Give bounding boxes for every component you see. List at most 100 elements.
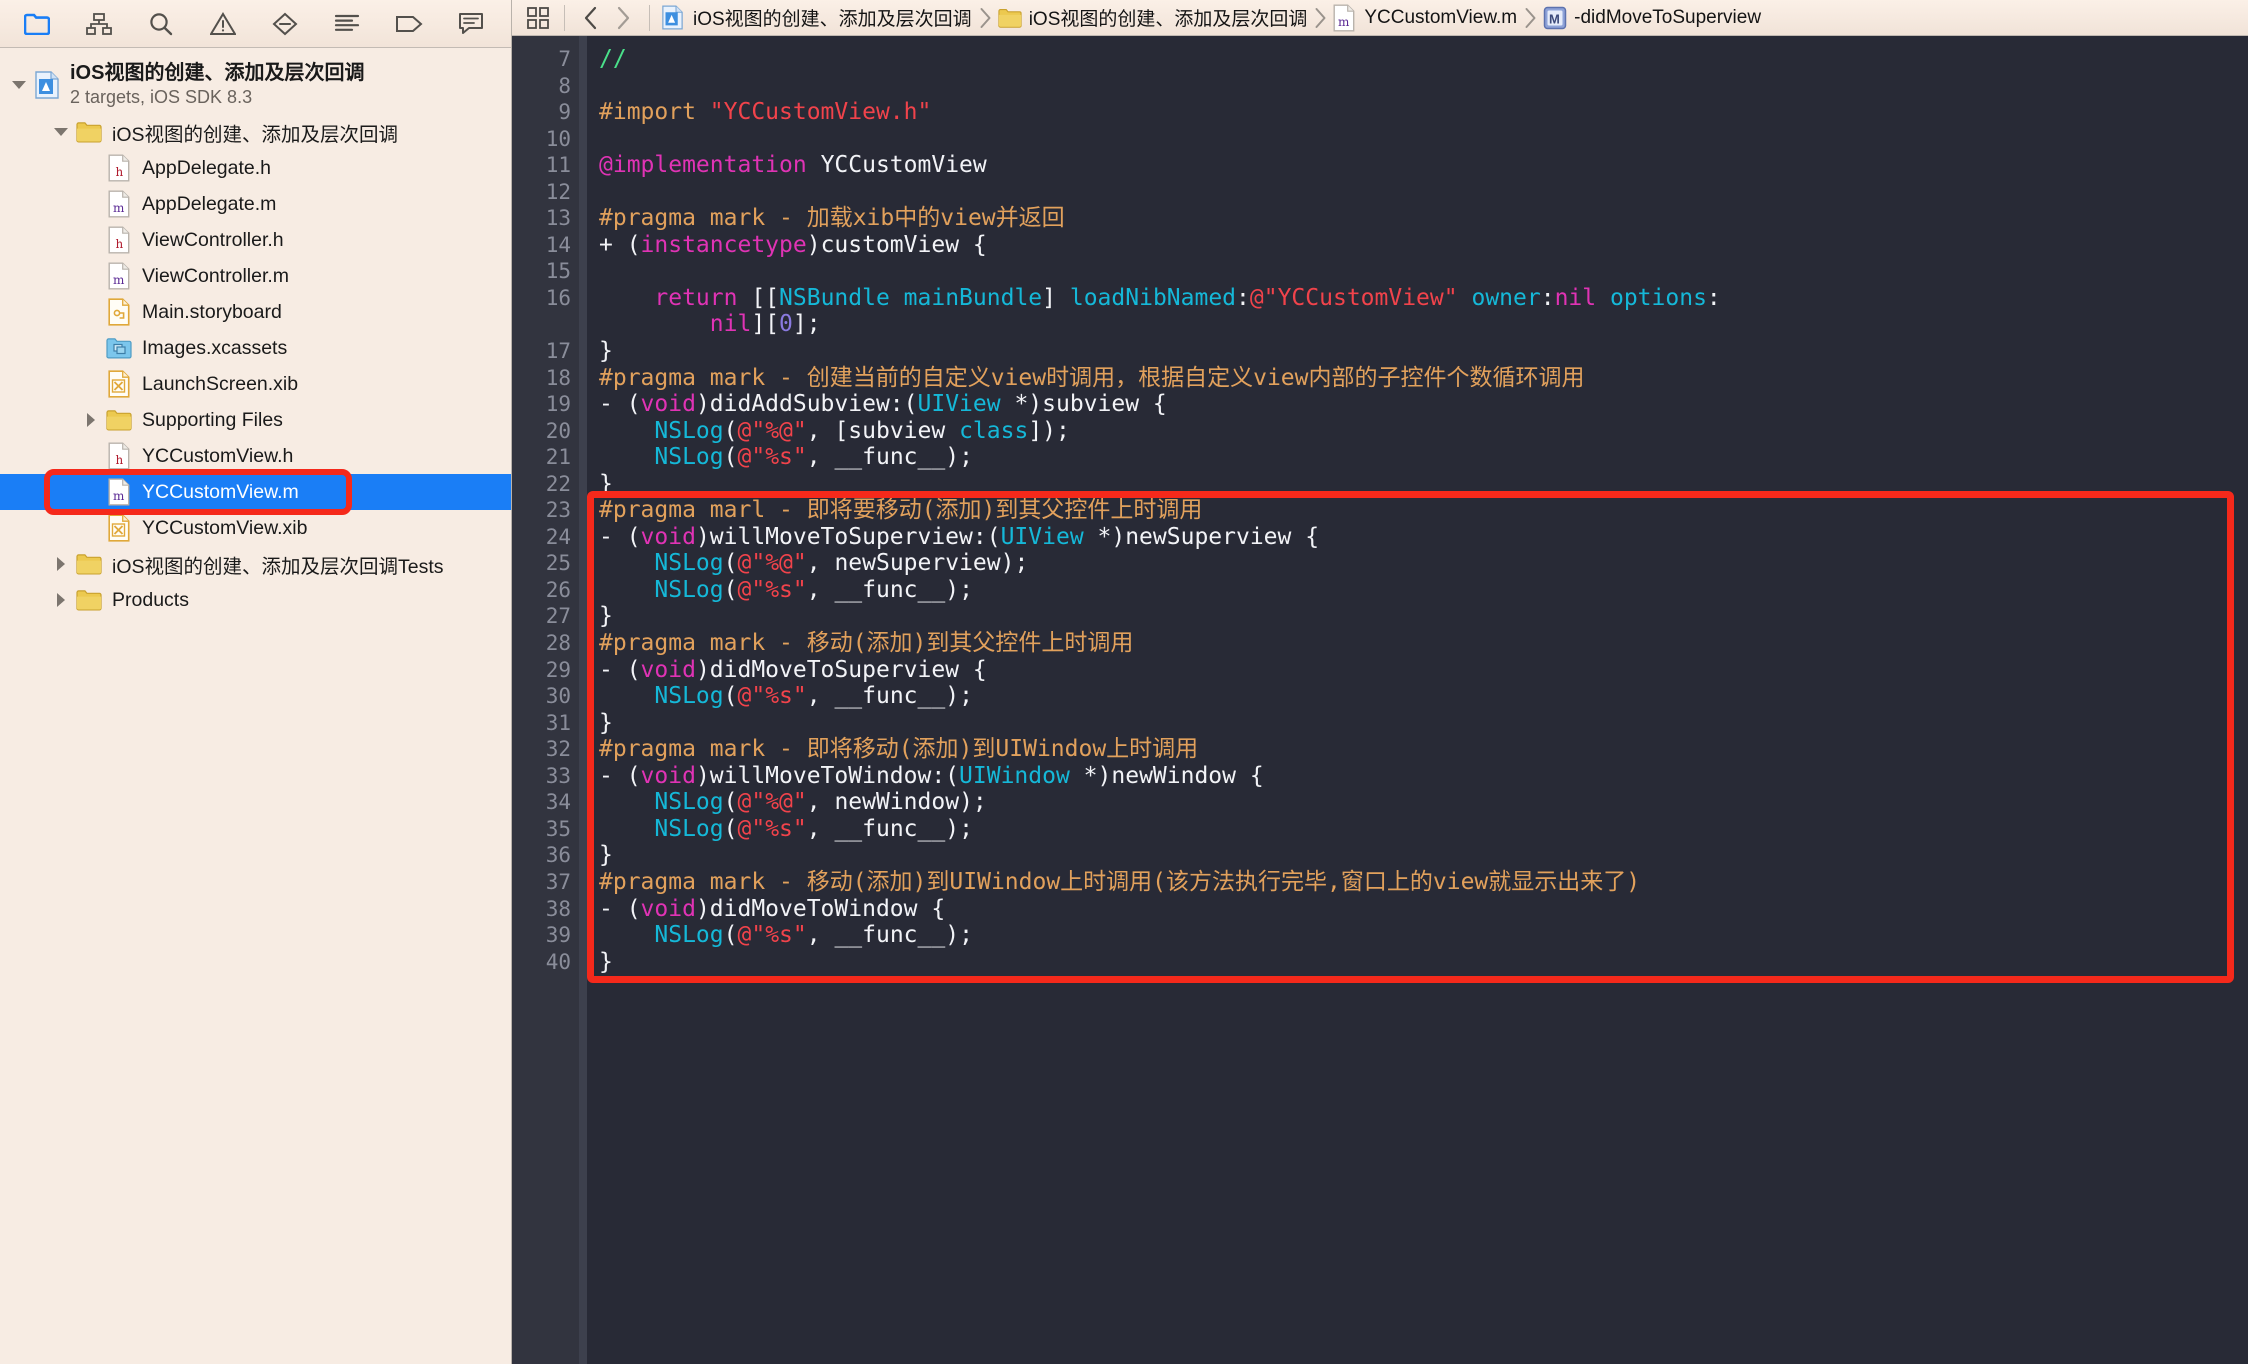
code-line[interactable]: #pragma mark - 移动(添加)到其父控件上时调用: [599, 630, 2248, 657]
code-token: - (: [599, 657, 641, 683]
code-line[interactable]: #pragma marl - 即将要移动(添加)到其父控件上时调用: [599, 497, 2248, 524]
tree-item-launchscreen.xib[interactable]: LaunchScreen.xib: [0, 366, 511, 402]
breadcrumb-item-1[interactable]: iOS视图的创建、添加及层次回调: [660, 4, 974, 31]
code-token: UIWindow: [959, 763, 1070, 789]
code-line[interactable]: #pragma mark - 创建当前的自定义view时调用，根据自定义view…: [599, 365, 2248, 392]
test-diamond-icon[interactable]: [268, 9, 302, 39]
line-number-wrapped: .: [512, 311, 587, 338]
code-line[interactable]: #pragma mark - 加载xib中的view并返回: [599, 205, 2248, 232]
code-line[interactable]: - (void)didAddSubview:(UIView *)subview …: [599, 391, 2248, 418]
code-token: }: [599, 842, 613, 868]
code-token: [599, 922, 654, 948]
nav-forward-button[interactable]: [607, 4, 639, 32]
code-line[interactable]: NSLog(@"%s", __func__);: [599, 444, 2248, 471]
code-token: (: [724, 418, 738, 444]
code-line[interactable]: #import "YCCustomView.h": [599, 99, 2248, 126]
code-token: }: [599, 338, 613, 364]
folder-icon: [74, 120, 104, 144]
tree-item-ios-[interactable]: iOS视图的创建、添加及层次回调: [0, 114, 511, 150]
disclosure-triangle-open-icon[interactable]: [48, 126, 74, 138]
line-number: 34: [512, 789, 587, 816]
code-line[interactable]: NSLog(@"%s", __func__);: [599, 577, 2248, 604]
warning-icon[interactable]: [206, 9, 240, 39]
code-line[interactable]: NSLog(@"%@", newSuperview);: [599, 550, 2248, 577]
code-token: #pragma mark - 加载xib中的view并返回: [599, 205, 1065, 231]
code-line[interactable]: [599, 73, 2248, 100]
tree-item-ios-tests[interactable]: iOS视图的创建、添加及层次回调Tests: [0, 546, 511, 582]
code-line[interactable]: }: [599, 710, 2248, 737]
breadcrumb-item-label: -didMoveToSuperview: [1574, 7, 1761, 29]
debug-list-icon[interactable]: [330, 9, 364, 39]
tree-item-appdelegate.m[interactable]: mAppDelegate.m: [0, 186, 511, 222]
tree-item-yccustomview.m[interactable]: mYCCustomView.m: [0, 474, 511, 510]
tree-item-viewcontroller.m[interactable]: mViewController.m: [0, 258, 511, 294]
code-line[interactable]: NSLog(@"%s", __func__);: [599, 683, 2248, 710]
code-token: )willMoveToWindow:(: [696, 763, 959, 789]
breadcrumb-items: iOS视图的创建、添加及层次回调 iOS视图的创建、添加及层次回调 mYCCusto…: [660, 4, 1763, 32]
code-line[interactable]: [599, 258, 2248, 285]
breadcrumb-item-3[interactable]: mYCCustomView.m: [1331, 4, 1519, 32]
tree-item-viewcontroller.h[interactable]: hViewController.h: [0, 222, 511, 258]
code-line[interactable]: NSLog(@"%@", newWindow);: [599, 789, 2248, 816]
code-line[interactable]: #pragma mark - 移动(添加)到UIWindow上时调用(该方法执行…: [599, 869, 2248, 896]
search-icon[interactable]: [144, 9, 178, 39]
code-line[interactable]: NSLog(@"%s", __func__);: [599, 922, 2248, 949]
tree-item-main.storyboard[interactable]: Main.storyboard: [0, 294, 511, 330]
code-line[interactable]: //: [599, 46, 2248, 73]
code-line[interactable]: NSLog(@"%s", __func__);: [599, 816, 2248, 843]
file-tree[interactable]: iOS视图的创建、添加及层次回调 2 targets, iOS SDK 8.3 …: [0, 48, 511, 1364]
code-line[interactable]: - (void)willMoveToWindow:(UIWindow *)new…: [599, 763, 2248, 790]
code-line[interactable]: [599, 179, 2248, 206]
code-line[interactable]: }: [599, 842, 2248, 869]
disclosure-triangle-open-icon[interactable]: [6, 79, 32, 91]
code-line[interactable]: nil][0];: [599, 311, 2248, 338]
code-token: @"%@": [738, 550, 807, 576]
code-token: *)newWindow {: [1070, 763, 1264, 789]
tag-icon[interactable]: [392, 9, 426, 39]
tree-item-products[interactable]: Products: [0, 582, 511, 618]
tree-item-yccustomview.xib[interactable]: YCCustomView.xib: [0, 510, 511, 546]
disclosure-triangle-closed-icon[interactable]: [48, 592, 74, 608]
tree-item-supporting-files[interactable]: Supporting Files: [0, 402, 511, 438]
tree-item-yccustomview.h[interactable]: hYCCustomView.h: [0, 438, 511, 474]
code-line[interactable]: - (void)didMoveToWindow {: [599, 896, 2248, 923]
code-line[interactable]: + (instancetype)customView {: [599, 232, 2248, 259]
tree-item-label: iOS视图的创建、添加及层次回调Tests: [112, 550, 444, 579]
breadcrumb-item-4[interactable]: M-didMoveToSuperview: [1541, 6, 1763, 30]
code-token: #pragma mark - 移动(添加)到其父控件上时调用: [599, 630, 1133, 656]
tree-item-project-root[interactable]: iOS视图的创建、添加及层次回调 2 targets, iOS SDK 8.3: [0, 56, 511, 114]
disclosure-triangle-closed-icon[interactable]: [48, 556, 74, 572]
line-number: 14: [512, 232, 587, 259]
code-line[interactable]: #pragma mark - 即将移动(添加)到UIWindow上时调用: [599, 736, 2248, 763]
source-code[interactable]: // #import "YCCustomView.h" @implementat…: [587, 36, 2248, 1364]
code-editor[interactable]: 78910111213141516.1718192021222324252627…: [512, 36, 2248, 1364]
code-token: [599, 789, 654, 815]
tree-item-label: AppDelegate.m: [142, 193, 276, 216]
code-line[interactable]: [599, 126, 2248, 153]
nav-back-button[interactable]: [575, 4, 607, 32]
code-token: [890, 285, 904, 311]
breadcrumb-item-2[interactable]: iOS视图的创建、添加及层次回调: [996, 4, 1310, 31]
code-line[interactable]: - (void)didMoveToSuperview {: [599, 657, 2248, 684]
disclosure-triangle-closed-icon[interactable]: [78, 412, 104, 428]
code-token: @"%s": [738, 922, 807, 948]
report-bubble-icon[interactable]: [454, 9, 488, 39]
code-line[interactable]: @implementation YCCustomView: [599, 152, 2248, 179]
folder-icon[interactable]: [20, 9, 54, 39]
code-line[interactable]: }: [599, 949, 2248, 976]
code-line[interactable]: NSLog(@"%@", [subview class]);: [599, 418, 2248, 445]
tree-item-appdelegate.h[interactable]: hAppDelegate.h: [0, 150, 511, 186]
line-number: 17: [512, 338, 587, 365]
code-line[interactable]: return [[NSBundle mainBundle] loadNibNam…: [599, 285, 2248, 312]
code-token: )didMoveToWindow {: [696, 896, 945, 922]
impl-file-icon: m: [104, 262, 134, 290]
code-line[interactable]: - (void)willMoveToSuperview:(UIView *)ne…: [599, 524, 2248, 551]
code-line[interactable]: }: [599, 338, 2248, 365]
code-token: :: [1541, 285, 1555, 311]
code-line[interactable]: }: [599, 603, 2248, 630]
hierarchy-icon[interactable]: [82, 9, 116, 39]
editor-layout-icon[interactable]: [522, 4, 554, 32]
tree-item-images.xcassets[interactable]: Images.xcassets: [0, 330, 511, 366]
code-line[interactable]: }: [599, 471, 2248, 498]
line-number: 39: [512, 922, 587, 949]
